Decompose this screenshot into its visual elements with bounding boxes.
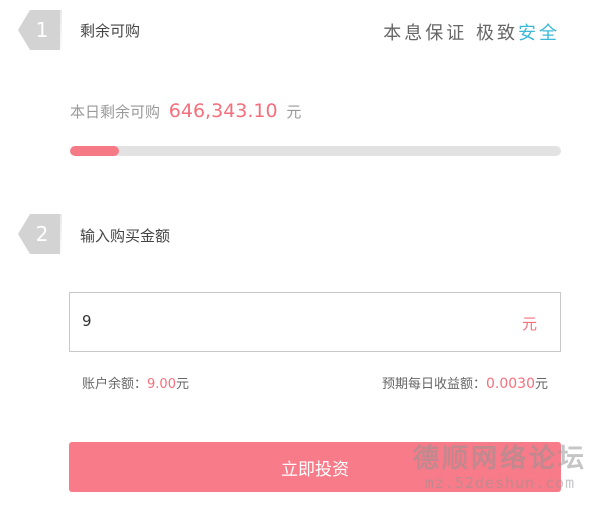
balance-value: 9.00 [147,377,176,392]
step-1-badge: 1 [18,10,62,54]
amount-unit: 元 [521,315,537,333]
remaining-progress-bar [70,146,561,156]
account-balance: 账户余额：9.00元 [82,373,189,392]
remaining-unit: 元 [286,103,302,121]
expected-daily-income: 预期每日收益额：0.0030元 [382,373,548,392]
slogan-text: 本息保证 极致 [383,23,518,44]
safety-slogan: 本息保证 极致安全 [383,19,560,45]
step-1-shadow [60,10,62,54]
step-1-number: 1 [18,10,60,50]
expected-label: 预期每日收益额： [381,377,486,392]
remaining-progress-fill [70,146,120,156]
amount-input[interactable] [82,307,482,335]
step-2-badge: 2 [18,214,62,258]
step-2-title: 输入购买金额 [80,227,171,245]
step-2-number: 2 [18,214,60,254]
step-1-title: 剩余可购 [80,22,141,40]
slogan-highlight: 安全 [518,23,560,44]
balance-label: 账户余额： [82,377,148,392]
remaining-label: 本日剩余可购 [70,103,161,121]
expected-value: 0.0030 [485,376,535,392]
expected-unit: 元 [534,377,548,392]
step-2-shadow [60,214,62,258]
remaining-amount: 646,343.10 [168,100,278,122]
balance-unit: 元 [175,377,189,392]
invest-now-button[interactable]: 立即投资 [69,442,561,492]
amount-input-box[interactable]: 元 [69,292,561,352]
remaining-today: 本日剩余可购 646,343.10 元 [70,100,301,122]
